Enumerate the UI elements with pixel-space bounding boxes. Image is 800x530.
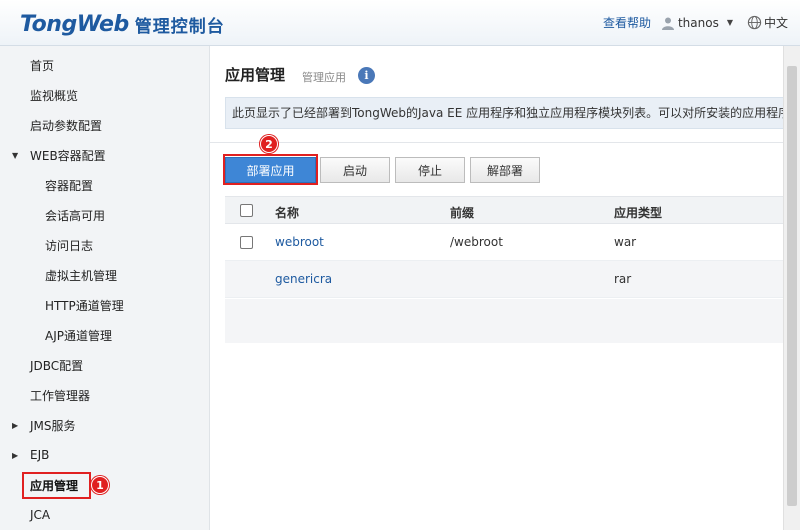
user-icon bbox=[661, 17, 674, 30]
app-type: war bbox=[614, 235, 637, 249]
sidebar-item-jdbc[interactable]: JDBC配置 bbox=[0, 350, 209, 380]
help-link[interactable]: 查看帮助 bbox=[603, 14, 651, 31]
sidebar-item-label: HTTP通道管理 bbox=[45, 298, 124, 313]
stop-button[interactable]: 停止 bbox=[395, 157, 465, 183]
sidebar: 首页 监视概览 启动参数配置 ▼ WEB容器配置 容器配置 会话高可用 访问日志… bbox=[0, 46, 210, 530]
sidebar-item-jms[interactable]: ▶ JMS服务 bbox=[0, 410, 209, 440]
main-content: 应用管理 管理应用 i 此页显示了已经部署到TongWeb的Java EE 应用… bbox=[210, 46, 785, 530]
sidebar-item-label: JMS服务 bbox=[30, 418, 76, 433]
sidebar-item-startup-params[interactable]: 启动参数配置 bbox=[0, 110, 209, 140]
sidebar-item-ajp-channel[interactable]: AJP通道管理 bbox=[0, 320, 209, 350]
triangle-down-icon[interactable]: ▼ bbox=[12, 151, 18, 160]
triangle-right-icon[interactable]: ▶ bbox=[12, 451, 18, 460]
sidebar-item-jca[interactable]: JCA bbox=[0, 500, 209, 530]
start-button[interactable]: 启动 bbox=[320, 157, 390, 183]
language-switch[interactable]: 中文 bbox=[747, 14, 788, 31]
logo-title: 管理控制台 bbox=[134, 16, 225, 37]
sidebar-item-label: JDBC配置 bbox=[30, 358, 84, 373]
sidebar-item-ejb[interactable]: ▶ EJB bbox=[0, 440, 209, 470]
sidebar-item-monitor-overview[interactable]: 监视概览 bbox=[0, 80, 209, 110]
table-header: 名称 前缀 应用类型 bbox=[225, 196, 783, 224]
select-all-checkbox[interactable] bbox=[240, 204, 253, 217]
sidebar-item-label: JCA bbox=[30, 508, 51, 522]
sidebar-item-http-channel[interactable]: HTTP通道管理 bbox=[0, 290, 209, 320]
app-type: rar bbox=[614, 272, 632, 286]
logo-brand: TongWeb bbox=[20, 11, 129, 37]
step-badge-2: 2 bbox=[260, 135, 278, 153]
sidebar-item-label: 监视概览 bbox=[30, 88, 79, 103]
globe-icon bbox=[747, 15, 762, 30]
header-bar: TongWeb 管理控制台 查看帮助 thanos ▼ 中文 bbox=[0, 0, 800, 46]
sidebar-item-label: EJB bbox=[30, 448, 50, 462]
app-prefix: /webroot bbox=[450, 235, 503, 249]
row-checkbox[interactable] bbox=[240, 236, 253, 249]
app-name-link[interactable]: webroot bbox=[275, 235, 324, 249]
sidebar-item-virtual-host[interactable]: 虚拟主机管理 bbox=[0, 260, 209, 290]
table-empty-area bbox=[225, 299, 783, 343]
sidebar-item-container-config[interactable]: 容器配置 bbox=[0, 170, 209, 200]
sidebar-item-label: 容器配置 bbox=[45, 178, 94, 193]
column-header-name[interactable]: 名称 bbox=[275, 204, 299, 221]
table-row: genericra rar bbox=[225, 261, 783, 298]
page-subtitle: 管理应用 bbox=[302, 71, 346, 84]
step-badge-1: 1 bbox=[91, 476, 109, 494]
caret-down-icon[interactable]: ▼ bbox=[727, 18, 733, 27]
username: thanos bbox=[677, 15, 719, 30]
description-banner: 此页显示了已经部署到TongWeb的Java EE 应用程序和独立应用程序模块列… bbox=[225, 97, 785, 129]
undeploy-button[interactable]: 解部署 bbox=[470, 157, 540, 183]
sidebar-item-label: 工作管理器 bbox=[30, 388, 91, 403]
vertical-scrollbar[interactable] bbox=[783, 46, 800, 530]
sidebar-item-web-container[interactable]: ▼ WEB容器配置 bbox=[0, 140, 209, 170]
top-right-menu: 查看帮助 thanos ▼ 中文 bbox=[603, 14, 788, 31]
sidebar-item-home[interactable]: 首页 bbox=[0, 50, 209, 80]
highlight-box-deploy bbox=[223, 154, 318, 185]
sidebar-item-label: 会话高可用 bbox=[45, 208, 106, 223]
app-name-link[interactable]: genericra bbox=[275, 272, 332, 286]
language-label: 中文 bbox=[763, 16, 788, 30]
column-header-prefix[interactable]: 前缀 bbox=[450, 204, 474, 221]
table-row: webroot /webroot war bbox=[225, 224, 783, 261]
triangle-right-icon[interactable]: ▶ bbox=[12, 421, 18, 430]
sidebar-item-session-ha[interactable]: 会话高可用 bbox=[0, 200, 209, 230]
logo: TongWeb 管理控制台 bbox=[20, 9, 225, 39]
column-header-type[interactable]: 应用类型 bbox=[614, 204, 662, 221]
page-title: 应用管理 bbox=[225, 66, 286, 84]
scrollbar-thumb[interactable] bbox=[787, 66, 797, 506]
sidebar-item-label: 首页 bbox=[30, 58, 55, 73]
sidebar-item-label: WEB容器配置 bbox=[30, 148, 106, 163]
info-icon[interactable]: i bbox=[358, 67, 375, 84]
sidebar-item-label: 访问日志 bbox=[45, 238, 94, 253]
divider bbox=[210, 142, 783, 143]
sidebar-item-work-manager[interactable]: 工作管理器 bbox=[0, 380, 209, 410]
sidebar-item-label: 启动参数配置 bbox=[30, 118, 103, 133]
sidebar-item-access-log[interactable]: 访问日志 bbox=[0, 230, 209, 260]
sidebar-item-label: AJP通道管理 bbox=[45, 328, 112, 343]
user-menu[interactable]: thanos ▼ bbox=[661, 16, 739, 30]
sidebar-item-label: 虚拟主机管理 bbox=[45, 268, 118, 283]
highlight-box-app-management bbox=[22, 472, 91, 499]
